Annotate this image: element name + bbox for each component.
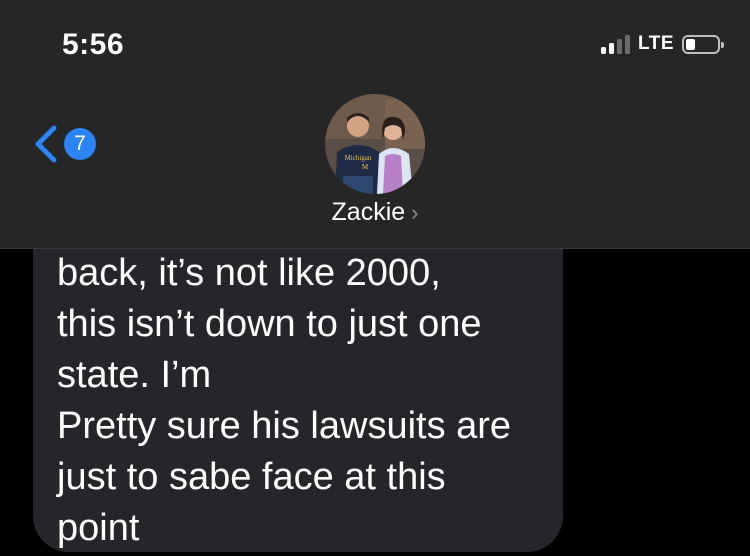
contact-avatar[interactable]: Michigan M <box>325 94 425 194</box>
unread-count-badge: 7 <box>64 128 96 160</box>
cellular-signal-icon <box>601 34 631 54</box>
message-line: point <box>57 507 140 549</box>
chevron-right-icon: › <box>411 200 419 225</box>
signal-bar <box>609 43 615 54</box>
network-type: LTE <box>638 33 674 54</box>
signal-bar <box>617 39 623 54</box>
status-time: 5:56 <box>62 28 125 61</box>
signal-bar <box>601 47 607 54</box>
contact-photo: Michigan M <box>325 94 425 194</box>
message-text: back, it’s not like 2000, this isn’t dow… <box>57 248 557 554</box>
battery-icon <box>682 34 724 54</box>
message-line: back, it’s not like 2000, <box>57 252 441 294</box>
battery-cap <box>721 41 724 48</box>
back-button[interactable]: 7 <box>32 122 96 166</box>
conversation-header: 5:56 LTE 7 Michigan M Zackie › <box>0 0 750 249</box>
message-line: just to sabe face at this <box>57 456 446 498</box>
contact-name-button[interactable]: Zackie › <box>0 198 750 227</box>
contact-name: Zackie <box>331 198 406 226</box>
messages-screen: back, it’s not like 2000, this isn’t dow… <box>0 0 750 556</box>
battery-level <box>686 38 695 50</box>
message-line: this isn’t down to just one <box>57 303 482 345</box>
svg-text:Michigan: Michigan <box>345 154 372 162</box>
chevron-left-icon <box>35 125 57 163</box>
signal-bar <box>625 35 631 54</box>
svg-text:M: M <box>362 163 369 171</box>
status-indicators: LTE <box>601 32 724 56</box>
message-line: Pretty sure his lawsuits are <box>57 405 512 447</box>
message-line: state. I’m <box>57 354 212 396</box>
